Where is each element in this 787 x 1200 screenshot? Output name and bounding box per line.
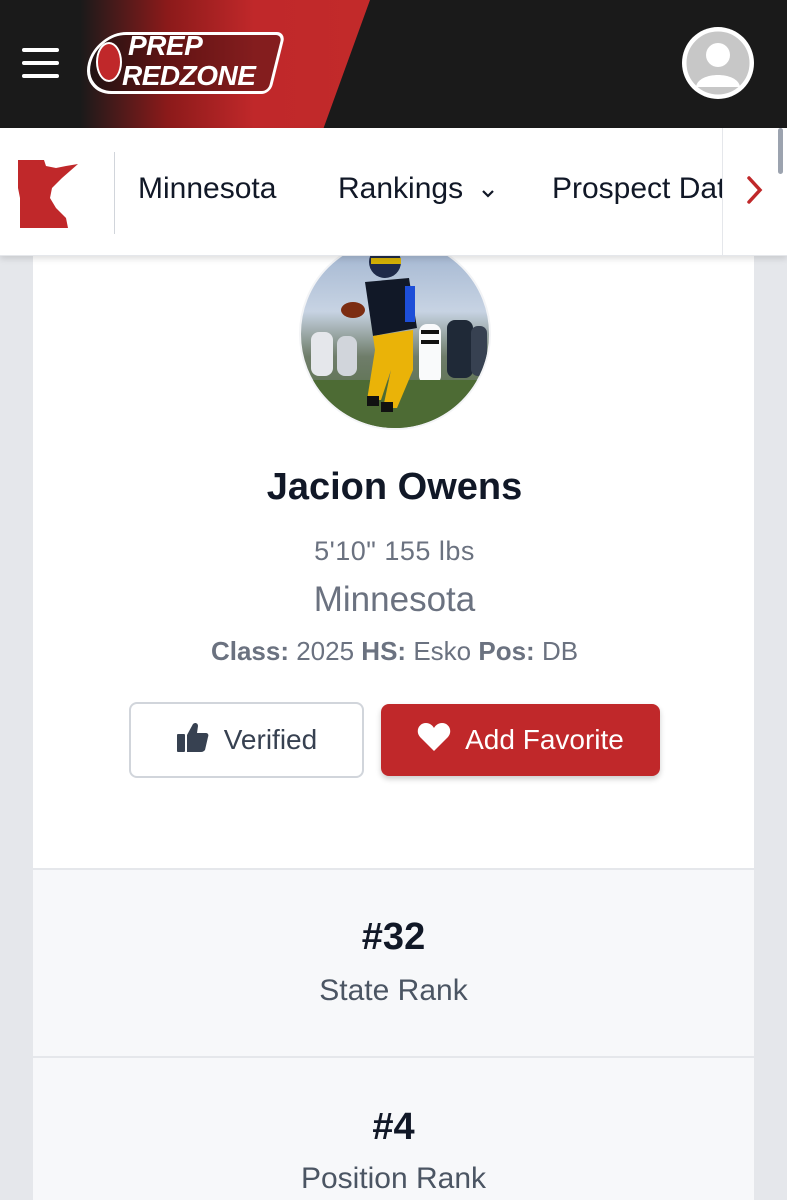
state-rank-label: State Rank [319, 974, 468, 1007]
player-state: Minnesota [313, 580, 476, 619]
football-icon [96, 42, 122, 82]
top-header: PREP REDZONE [0, 0, 787, 128]
class-value: 2025 [296, 636, 355, 666]
player-info-line: Class: 2025 HS: Esko Pos: DB [33, 636, 756, 667]
hs-value: Esko [413, 636, 472, 666]
thumbs-up-icon [176, 721, 210, 760]
hs-label: HS: [361, 636, 407, 666]
prep-redzone-logo[interactable]: PREP REDZONE [80, 28, 286, 98]
logo-line-1: PREP [128, 30, 203, 61]
pos-value: DB [541, 636, 579, 666]
page-scrollbar[interactable] [778, 128, 783, 174]
logo-line-2: REDZONE [122, 60, 256, 91]
player-name: Jacion Owens [266, 466, 523, 508]
user-avatar-icon[interactable] [682, 27, 754, 99]
player-photo [299, 238, 491, 430]
verified-label: Verified [223, 724, 318, 755]
class-label: Class: [210, 636, 289, 666]
minnesota-state-icon[interactable] [16, 158, 80, 230]
position-rank-value: #4 [372, 1106, 415, 1148]
subnav-divider [114, 152, 115, 234]
nav-item-prospect-database[interactable]: Prospect Database [552, 166, 722, 216]
player-measurements: 5'10" 155 lbs [314, 536, 475, 566]
state-rank-box: #32 State Rank [33, 868, 754, 1056]
state-rank-value: #32 [361, 916, 426, 958]
hamburger-menu-icon[interactable] [22, 48, 59, 78]
player-profile-card: Jacion Owens 5'10" 155 lbs Minnesota Cla… [32, 238, 756, 1200]
verified-button[interactable]: Verified [129, 702, 364, 778]
pos-label: Pos: [478, 636, 535, 666]
nav-item-prospect-database-label: Prospect Database [552, 172, 722, 205]
position-rank-box: #4 Position Rank [33, 1056, 754, 1200]
position-rank-label: Position Rank [300, 1162, 487, 1195]
heart-icon [417, 722, 451, 759]
nav-item-minnesota[interactable]: Minnesota [138, 172, 276, 206]
state-subnav: Minnesota Rankings Prospect Database [0, 128, 787, 256]
add-favorite-label: Add Favorite [465, 724, 624, 755]
chevron-down-icon [481, 173, 495, 207]
nav-item-rankings[interactable]: Rankings [338, 172, 495, 207]
nav-item-rankings-label: Rankings [338, 172, 464, 205]
chevron-right-icon [745, 175, 765, 210]
add-favorite-button[interactable]: Add Favorite [381, 704, 660, 776]
